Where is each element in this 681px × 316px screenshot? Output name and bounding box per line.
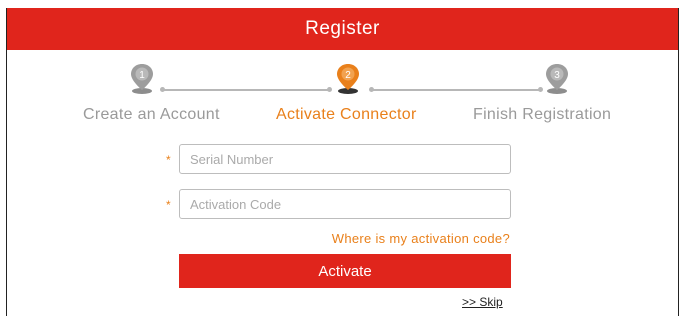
step-2-location-pin-icon: 2: [333, 62, 363, 96]
step-3-label: Finish Registration: [473, 106, 612, 123]
register-header: Register: [7, 8, 678, 50]
serial-number-input[interactable]: [179, 144, 511, 174]
step-connector-1: [160, 87, 332, 92]
activation-code-input[interactable]: [179, 189, 511, 219]
registration-stepper: 1 2 3 Create an Account Activate Connect…: [7, 62, 678, 142]
step-3-location-pin-icon: 3: [542, 62, 572, 96]
page-title: Register: [305, 18, 380, 39]
skip-link[interactable]: >> Skip: [462, 295, 503, 309]
step-1-label: Create an Account: [83, 106, 220, 123]
step-2-label: Activate Connector: [276, 106, 417, 123]
serial-required-mark: *: [166, 153, 171, 167]
step-connector-2: [369, 87, 543, 92]
activate-button[interactable]: Activate: [179, 254, 511, 288]
activation-code-help-link[interactable]: Where is my activation code?: [332, 231, 510, 246]
step-2-number: 2: [345, 70, 351, 81]
activation-required-mark: *: [166, 198, 171, 212]
register-window: Register 1 2 3 Create an Account Activat…: [6, 8, 679, 316]
step-1-number: 1: [139, 70, 145, 81]
step-1-location-pin-icon: 1: [127, 62, 157, 96]
step-3-number: 3: [554, 70, 560, 81]
